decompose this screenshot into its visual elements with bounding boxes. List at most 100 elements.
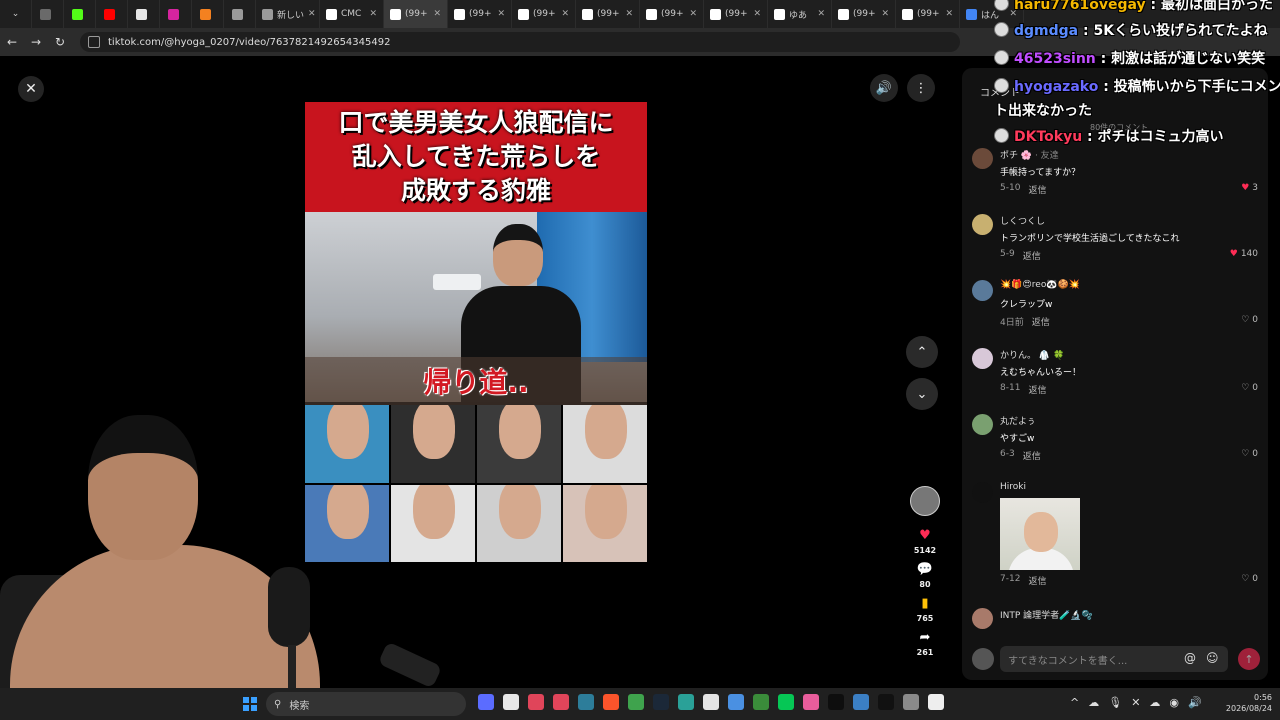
chevron-up-icon[interactable]: ^ bbox=[1070, 696, 1079, 709]
commenter-avatar[interactable] bbox=[972, 214, 993, 235]
taskbar-app-icon[interactable] bbox=[478, 694, 494, 710]
taskbar-app-icon[interactable] bbox=[728, 694, 744, 710]
browser-tab[interactable]: (99+ ✕ bbox=[512, 0, 576, 28]
reply-button[interactable]: 返信 bbox=[1023, 449, 1041, 462]
browser-tab[interactable]: CMC ✕ bbox=[320, 0, 384, 28]
comment-like-button[interactable]: ♡ 0 bbox=[1241, 315, 1258, 325]
commenter-avatar[interactable] bbox=[972, 482, 993, 503]
tab-close-icon[interactable]: ✕ bbox=[817, 9, 825, 19]
windows-start-button[interactable] bbox=[243, 697, 257, 711]
tab-close-icon[interactable]: ✕ bbox=[625, 9, 633, 19]
reply-button[interactable]: 返信 bbox=[1028, 383, 1046, 396]
commenter-avatar[interactable] bbox=[972, 148, 993, 169]
taskbar-app-icon[interactable] bbox=[828, 694, 844, 710]
taskbar-app-icon[interactable] bbox=[603, 694, 619, 710]
browser-tab[interactable] bbox=[128, 0, 160, 28]
browser-tab[interactable] bbox=[160, 0, 192, 28]
browser-tab[interactable]: 新しい ✕ bbox=[256, 0, 320, 28]
tab-search-button[interactable]: ⌄ bbox=[0, 0, 32, 28]
more-options-button[interactable]: ⋮ bbox=[907, 74, 935, 102]
commenter-name[interactable]: ポチ 🌸 · 友達 bbox=[1000, 148, 1059, 161]
tab-close-icon[interactable]: ✕ bbox=[433, 9, 441, 19]
commenter-name[interactable]: かりん。 🥼 🍀 bbox=[1000, 348, 1064, 361]
url-field[interactable]: tiktok.com/@hyoga_0207/video/76378214926… bbox=[80, 32, 960, 52]
reply-button[interactable]: 返信 bbox=[1028, 183, 1046, 196]
microphone-icon[interactable]: 🎙 bbox=[1108, 696, 1122, 709]
commenter-avatar[interactable] bbox=[972, 280, 993, 301]
taskbar-app-icon[interactable] bbox=[903, 694, 919, 710]
browser-tab[interactable]: (99+ ✕ bbox=[448, 0, 512, 28]
browser-tab[interactable] bbox=[224, 0, 256, 28]
commenter-avatar[interactable] bbox=[972, 608, 993, 629]
next-video-button[interactable]: ⌄ bbox=[906, 378, 938, 410]
commenter-avatar[interactable] bbox=[972, 414, 993, 435]
browser-tab[interactable] bbox=[192, 0, 224, 28]
comment-like-button[interactable]: ♡ 0 bbox=[1241, 574, 1258, 584]
reply-button[interactable]: 返信 bbox=[1028, 574, 1046, 587]
mention-icon[interactable]: @ bbox=[1184, 651, 1196, 665]
commenter-name[interactable]: 丸だよぅ bbox=[1000, 414, 1036, 427]
taskbar-app-icon[interactable] bbox=[553, 694, 569, 710]
close-icon[interactable]: ✕ bbox=[1131, 696, 1140, 709]
reply-button[interactable]: 返信 bbox=[1023, 249, 1041, 262]
commenter-name[interactable]: しくつくし bbox=[1000, 214, 1045, 227]
taskbar-app-icon[interactable] bbox=[878, 694, 894, 710]
onedrive-icon[interactable]: ☁ bbox=[1149, 696, 1160, 709]
reply-button[interactable]: 返信 bbox=[1032, 315, 1050, 328]
comment-like-button[interactable]: ♥ 140 bbox=[1230, 249, 1258, 259]
comment-like-button[interactable]: ♥ 3 bbox=[1241, 183, 1258, 193]
comment-button[interactable]: 💬 80 bbox=[917, 562, 933, 589]
browser-tab[interactable]: (99+ ✕ bbox=[640, 0, 704, 28]
browser-tab[interactable]: (99+ ✕ bbox=[832, 0, 896, 28]
comment-like-button[interactable]: ♡ 0 bbox=[1241, 383, 1258, 393]
comment-like-button[interactable]: ♡ 0 bbox=[1241, 449, 1258, 459]
browser-tab[interactable] bbox=[64, 0, 96, 28]
browser-tab[interactable]: (99+ ✕ bbox=[576, 0, 640, 28]
creator-avatar[interactable] bbox=[910, 486, 940, 516]
send-button[interactable]: ↑ bbox=[1238, 648, 1260, 670]
tab-close-icon[interactable]: ✕ bbox=[881, 9, 889, 19]
taskbar-clock[interactable]: 0:56 2026/08/24 bbox=[1222, 692, 1272, 714]
tab-close-icon[interactable]: ✕ bbox=[945, 9, 953, 19]
tab-close-icon[interactable]: ✕ bbox=[497, 9, 505, 19]
taskbar-app-icon[interactable] bbox=[503, 694, 519, 710]
taskbar-app-icon[interactable] bbox=[653, 694, 669, 710]
taskbar-app-icon[interactable] bbox=[853, 694, 869, 710]
share-button[interactable]: ➦ 261 bbox=[917, 630, 934, 657]
taskbar-app-icon[interactable] bbox=[778, 694, 794, 710]
commenter-name[interactable]: Hiroki bbox=[1000, 482, 1026, 492]
comment-image[interactable] bbox=[1000, 498, 1080, 570]
like-button[interactable]: ♥ 5142 bbox=[914, 528, 936, 555]
emoji-icon[interactable]: ☺ bbox=[1206, 651, 1219, 665]
taskbar-app-icon[interactable] bbox=[753, 694, 769, 710]
taskbar-app-icon[interactable] bbox=[928, 694, 944, 710]
commenter-name[interactable]: 💥🎁😍reo🐼🍪💥 bbox=[1000, 280, 1080, 290]
taskbar-search[interactable]: ⚲ 検索 bbox=[266, 692, 466, 716]
taskbar-app-icon[interactable] bbox=[628, 694, 644, 710]
browser-tab[interactable] bbox=[96, 0, 128, 28]
network-icon[interactable]: ☁ bbox=[1088, 696, 1099, 709]
volume-icon[interactable]: 🔊 bbox=[1188, 696, 1202, 709]
browser-tab[interactable]: ゆあ ✕ bbox=[768, 0, 832, 28]
taskbar-app-icon[interactable] bbox=[803, 694, 819, 710]
taskbar-app-icon[interactable] bbox=[703, 694, 719, 710]
commenter-avatar[interactable] bbox=[972, 348, 993, 369]
tab-close-icon[interactable]: ✕ bbox=[753, 9, 761, 19]
taskbar-app-icon[interactable] bbox=[678, 694, 694, 710]
close-video-button[interactable]: ✕ bbox=[18, 76, 44, 102]
back-icon[interactable]: ← bbox=[0, 35, 24, 49]
browser-tab[interactable]: (99+ ✕ bbox=[704, 0, 768, 28]
taskbar-app-icon[interactable] bbox=[528, 694, 544, 710]
tab-close-icon[interactable]: ✕ bbox=[369, 9, 377, 19]
wifi-icon[interactable]: ◉ bbox=[1169, 696, 1179, 709]
browser-tab[interactable] bbox=[32, 0, 64, 28]
taskbar-app-icon[interactable] bbox=[578, 694, 594, 710]
volume-button[interactable]: 🔊 bbox=[870, 74, 898, 102]
site-info-icon[interactable] bbox=[88, 36, 100, 48]
tab-close-icon[interactable]: ✕ bbox=[689, 9, 697, 19]
save-button[interactable]: ▮ 765 bbox=[917, 596, 934, 623]
browser-tab[interactable]: (99+ ✕ bbox=[384, 0, 448, 28]
tab-close-icon[interactable]: ✕ bbox=[561, 9, 569, 19]
tab-close-icon[interactable]: ✕ bbox=[308, 9, 316, 19]
commenter-name[interactable]: INTP 論理学者🧪🔬🫧 bbox=[1000, 608, 1093, 621]
